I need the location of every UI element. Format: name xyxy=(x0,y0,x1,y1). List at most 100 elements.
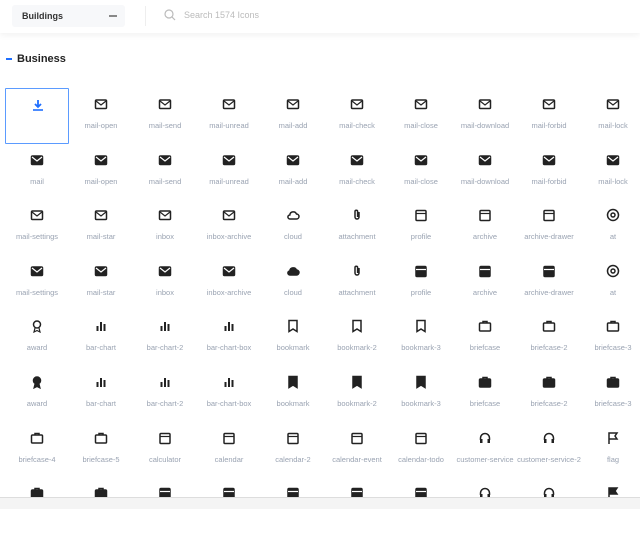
icon-tile-briefcase-2[interactable]: briefcase-2 xyxy=(517,310,581,366)
search-input[interactable]: Search 1574 Icons xyxy=(164,9,259,21)
icon-tile-briefcase-5[interactable]: briefcase-5 xyxy=(69,422,133,478)
icon-tile-mail-star[interactable]: mail-star xyxy=(69,255,133,311)
mail-unread-icon xyxy=(222,99,236,110)
archive-icon xyxy=(479,265,491,278)
icon-tile-bar-chart[interactable]: bar-chart xyxy=(69,310,133,366)
icon-tile-inbox-archive[interactable]: inbox-archive xyxy=(197,255,261,311)
briefcase-3-icon xyxy=(606,321,620,333)
icon-tile-archive-drawer[interactable]: archive-drawer xyxy=(517,255,581,311)
icon-tile-mail-close[interactable]: mail-close xyxy=(389,144,453,200)
download-icon xyxy=(33,100,43,111)
icon-tile-bookmark[interactable]: bookmark xyxy=(261,310,325,366)
icon-tile-mail-download[interactable]: mail-download xyxy=(453,88,517,144)
customer-service-2-icon xyxy=(543,432,555,443)
icon-tile-mail-settings[interactable]: mail-settings xyxy=(5,199,69,255)
icon-tile-bar-chart-box[interactable]: bar-chart-box xyxy=(197,310,261,366)
icon-tile-mail-download[interactable]: mail-download xyxy=(453,144,517,200)
icon-tile-at[interactable]: at xyxy=(581,255,640,311)
mail-check-icon xyxy=(350,154,364,165)
icon-tile-inbox-archive[interactable]: inbox-archive xyxy=(197,199,261,255)
icon-tile-mail-forbid[interactable]: mail-forbid xyxy=(517,88,581,144)
icon-tile-mail-forbid[interactable]: mail-forbid xyxy=(517,144,581,200)
icon-label: briefcase-3 xyxy=(594,343,632,353)
icon-tile-calendar[interactable]: calendar xyxy=(197,422,261,478)
icon-tile-flag[interactable]: flag xyxy=(581,422,640,478)
icon-tile-cloud[interactable]: cloud xyxy=(261,255,325,311)
icon-tile-calendar-2[interactable]: calendar-2 xyxy=(261,422,325,478)
icon-label: customer-service xyxy=(456,454,514,464)
icon-tile-attachment[interactable]: attachment xyxy=(325,255,389,311)
icon-tile-bookmark-3[interactable]: bookmark-3 xyxy=(389,366,453,422)
icon-tile-bookmark-2[interactable]: bookmark-2 xyxy=(325,310,389,366)
icon-label: mail-send xyxy=(148,176,182,186)
icon-tile-mail-unread[interactable]: mail-unread xyxy=(197,144,261,200)
icon-tile-bar-chart-2[interactable]: bar-chart-2 xyxy=(133,366,197,422)
icon-tile-briefcase-3[interactable]: briefcase-3 xyxy=(581,310,640,366)
icon-label: mail-send xyxy=(148,121,182,130)
icon-tile-mail-settings[interactable]: mail-settings xyxy=(5,255,69,311)
cloud-icon xyxy=(287,266,300,276)
bar-chart-icon xyxy=(96,322,106,332)
icon-tile-download[interactable] xyxy=(5,88,69,144)
icon-tile-mail-close[interactable]: mail-close xyxy=(389,88,453,144)
icon-tile-inbox[interactable]: inbox xyxy=(133,199,197,255)
icon-tile-inbox[interactable]: inbox xyxy=(133,255,197,311)
icon-tile-award[interactable]: award xyxy=(5,310,69,366)
section-title: Business xyxy=(17,53,66,65)
icon-tile-award[interactable]: award xyxy=(5,366,69,422)
icon-tile-bookmark-2[interactable]: bookmark-2 xyxy=(325,366,389,422)
icon-tile-attachment[interactable]: attachment xyxy=(325,199,389,255)
section-header-business[interactable]: Business xyxy=(6,53,66,65)
icon-label: briefcase-5 xyxy=(82,454,120,464)
icon-tile-mail-star[interactable]: mail-star xyxy=(69,199,133,255)
icon-tile-mail-add[interactable]: mail-add xyxy=(261,88,325,144)
icon-tile-bar-chart-box[interactable]: bar-chart-box xyxy=(197,366,261,422)
icon-tile-calculator[interactable]: calculator xyxy=(133,422,197,478)
calendar-todo-icon xyxy=(415,432,427,444)
icon-tile-profile[interactable]: profile xyxy=(389,199,453,255)
customer-service-icon xyxy=(479,432,491,443)
category-select[interactable]: Buildings xyxy=(12,5,125,27)
icon-tile-cloud[interactable]: cloud xyxy=(261,199,325,255)
icon-label: mail xyxy=(30,176,44,186)
icon-tile-bookmark[interactable]: bookmark xyxy=(261,366,325,422)
icon-tile-bookmark-3[interactable]: bookmark-3 xyxy=(389,310,453,366)
mail-settings-icon xyxy=(30,210,44,221)
icon-tile-archive[interactable]: archive xyxy=(453,255,517,311)
icon-tile-mail-send[interactable]: mail-send xyxy=(133,144,197,200)
icon-tile-bar-chart-2[interactable]: bar-chart-2 xyxy=(133,310,197,366)
icon-label: bar-chart-box xyxy=(206,343,252,353)
icon-tile-calendar-todo[interactable]: calendar-todo xyxy=(389,422,453,478)
icon-tile-customer-service[interactable]: customer-service xyxy=(453,422,517,478)
collapse-icon[interactable] xyxy=(109,15,117,17)
archive-drawer-icon xyxy=(543,265,555,278)
icon-tile-mail-open[interactable]: mail-open xyxy=(69,88,133,144)
icon-tile-profile[interactable]: profile xyxy=(389,255,453,311)
mail-add-icon xyxy=(286,99,300,110)
icon-tile-mail-check[interactable]: mail-check xyxy=(325,88,389,144)
bottom-bar xyxy=(0,497,640,509)
icon-tile-mail-check[interactable]: mail-check xyxy=(325,144,389,200)
icon-tile-mail-open[interactable]: mail-open xyxy=(69,144,133,200)
icon-tile-calendar-event[interactable]: calendar-event xyxy=(325,422,389,478)
icon-tile-mail-send[interactable]: mail-send xyxy=(133,88,197,144)
icon-tile-archive-drawer[interactable]: archive-drawer xyxy=(517,199,581,255)
icon-tile-briefcase-2[interactable]: briefcase-2 xyxy=(517,366,581,422)
icon-tile-mail-lock[interactable]: mail-lock xyxy=(581,144,640,200)
icon-tile-mail-lock[interactable]: mail-lock xyxy=(581,88,640,144)
icon-tile-bar-chart[interactable]: bar-chart xyxy=(69,366,133,422)
bookmark-2-icon xyxy=(352,375,362,389)
icon-tile-mail-unread[interactable]: mail-unread xyxy=(197,88,261,144)
icon-tile-briefcase-3[interactable]: briefcase-3 xyxy=(581,366,640,422)
icon-tile-customer-service-2[interactable]: customer-service-2 xyxy=(517,422,581,478)
icon-tile-briefcase[interactable]: briefcase xyxy=(453,310,517,366)
icon-tile-archive[interactable]: archive xyxy=(453,199,517,255)
icon-tile-at[interactable]: at xyxy=(581,199,640,255)
bookmark-icon xyxy=(288,375,298,389)
icon-tile-mail-add[interactable]: mail-add xyxy=(261,144,325,200)
icon-tile-briefcase[interactable]: briefcase xyxy=(453,366,517,422)
icon-tile-briefcase-4[interactable]: briefcase-4 xyxy=(5,422,69,478)
icon-tile-mail[interactable]: mail xyxy=(5,144,69,200)
icon-label: inbox-archive xyxy=(206,287,252,297)
flag-icon xyxy=(608,431,619,444)
